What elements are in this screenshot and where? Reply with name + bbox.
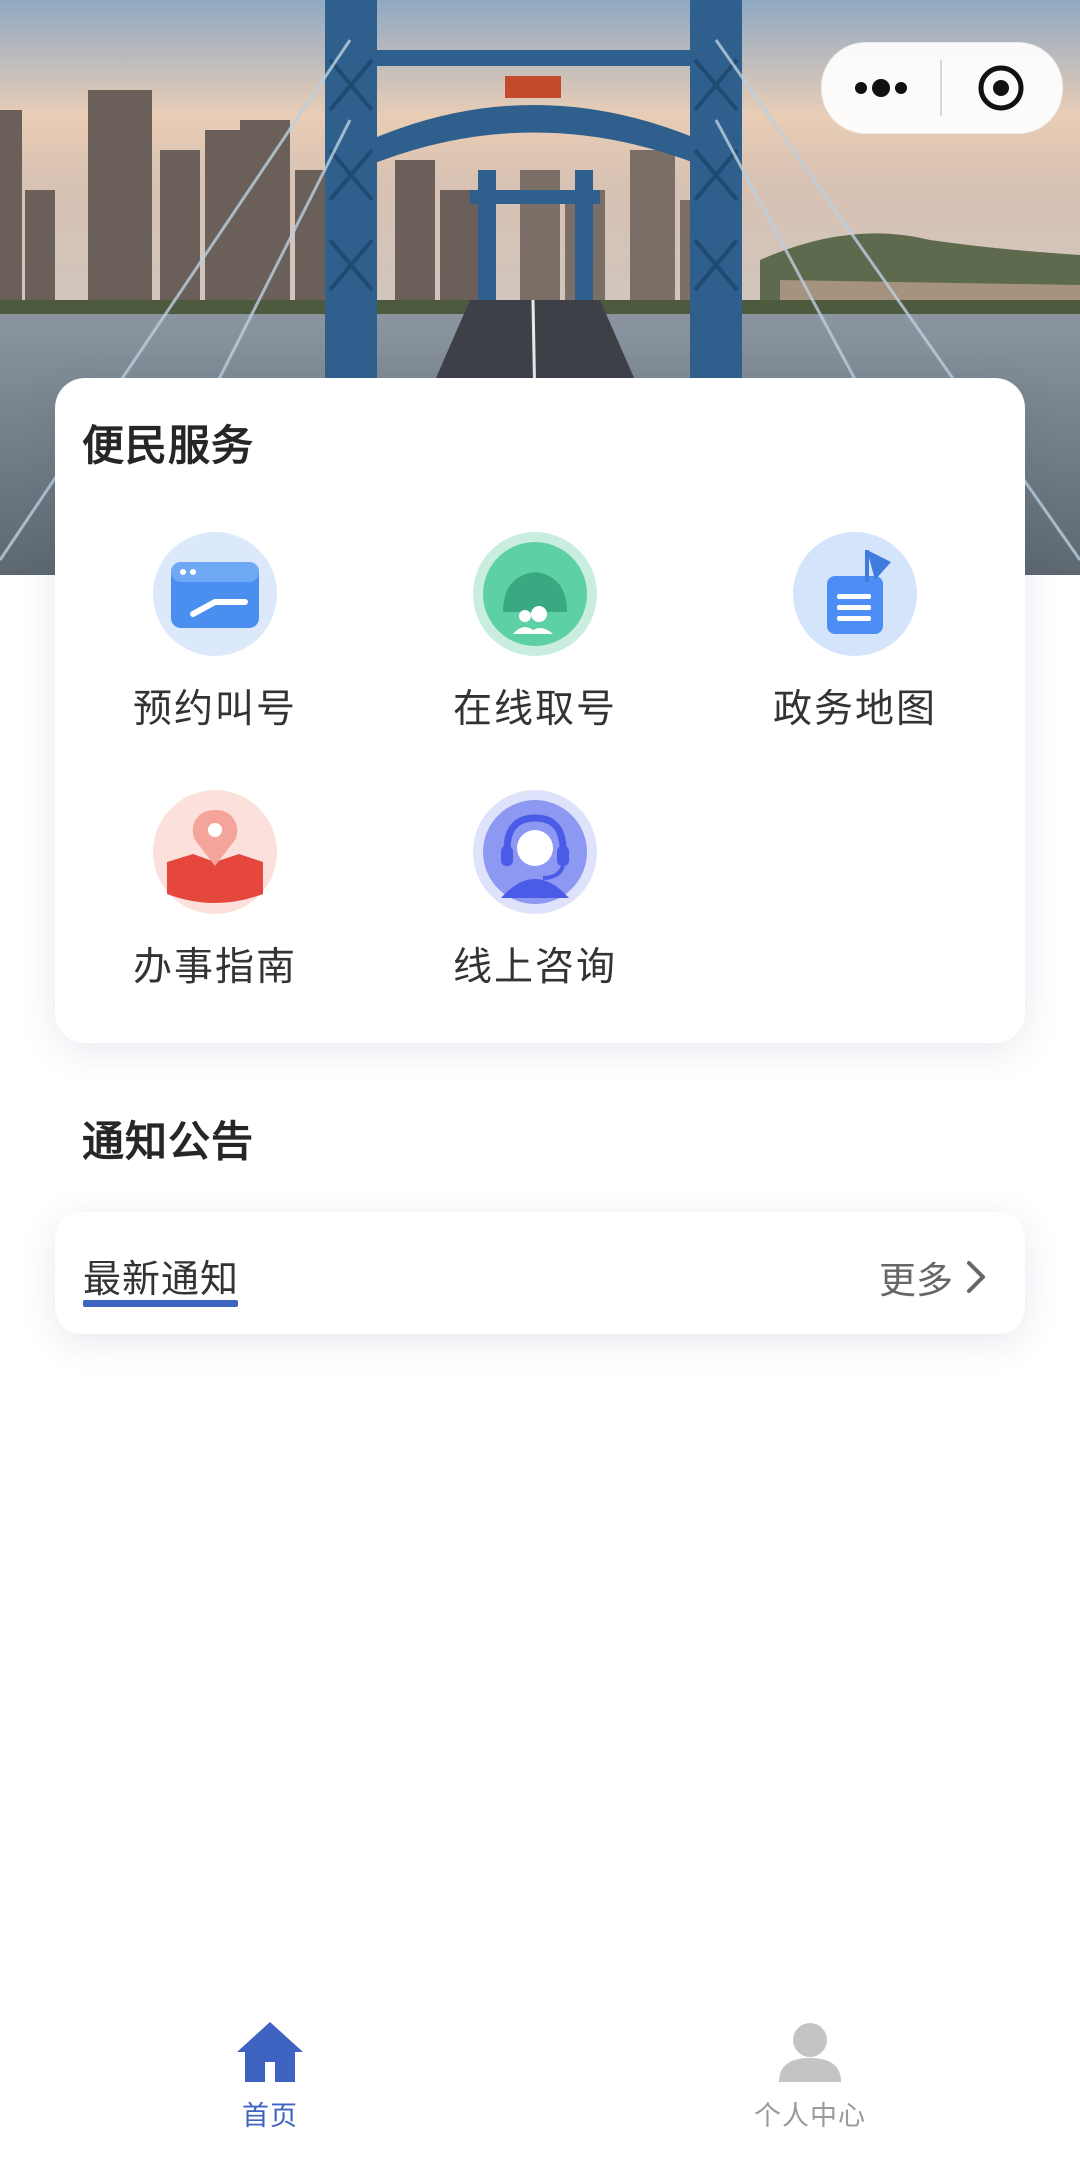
more-link[interactable]: 更多: [879, 1250, 987, 1304]
service-guide[interactable]: 办事指南: [55, 790, 375, 992]
service-take-number[interactable]: 在线取号: [375, 532, 695, 734]
person-icon: [779, 2023, 841, 2082]
services-title: 便民服务: [82, 421, 255, 470]
bottom-tab-bar: 首页 个人中心: [0, 2010, 1080, 2183]
tab-home[interactable]: 首页: [150, 2020, 390, 2133]
notice-card: 最新通知 更多: [55, 1212, 1025, 1334]
map-flag-icon: [793, 532, 917, 656]
service-label: 在线取号: [452, 687, 617, 732]
chevron-right-icon: [967, 1261, 985, 1293]
target-circle-icon[interactable]: [942, 43, 1060, 133]
consult-headset-icon: [473, 790, 597, 914]
tab-profile[interactable]: 个人中心: [690, 2020, 930, 2133]
more-label: 更多: [879, 1259, 953, 1302]
tab-profile-label: 个人中心: [754, 2101, 866, 2132]
service-consult[interactable]: 线上咨询: [375, 790, 695, 992]
mini-program-capsule: [821, 42, 1063, 134]
take-number-icon: [473, 532, 597, 656]
appointment-window-icon: [153, 532, 277, 656]
latest-notice-tab[interactable]: 最新通知: [83, 1248, 239, 1303]
service-label: 线上咨询: [452, 945, 617, 990]
notice-title: 通知公告: [82, 1117, 255, 1166]
service-label: 办事指南: [132, 945, 297, 990]
services-card: 便民服务 预约叫号 在线取号 政务地图 办事指南 线上咨询: [55, 378, 1025, 1043]
service-map[interactable]: 政务地图: [695, 532, 1015, 734]
service-label: 政务地图: [772, 687, 937, 732]
service-appointment[interactable]: 预约叫号: [55, 532, 375, 734]
service-label: 预约叫号: [132, 687, 297, 732]
guide-pin-icon: [153, 790, 277, 914]
home-icon: [237, 2022, 303, 2082]
tab-underline: [83, 1300, 238, 1307]
tab-home-label: 首页: [242, 2101, 298, 2132]
more-dots-icon[interactable]: [822, 43, 940, 133]
